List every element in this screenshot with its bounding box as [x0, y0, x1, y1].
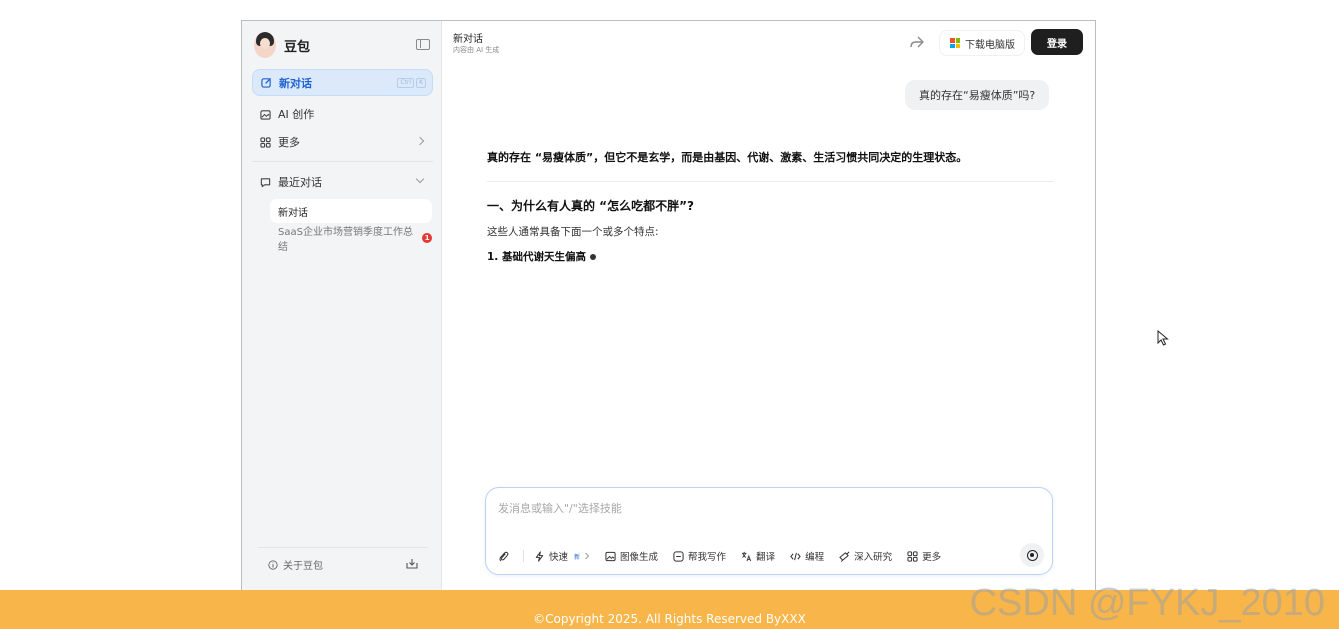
sidebar: 豆包 新对话 Ctrl K AI 创作 更多 最近对话 新对话 SaaS企业市场… [242, 21, 442, 591]
sidebar-item-label: 更多 [278, 136, 300, 149]
answer-divider [487, 181, 1053, 182]
user-message-bubble: 真的存在“易瘦体质”吗? [905, 80, 1050, 110]
page-subtitle: 内容由 AI 生成 [453, 46, 500, 54]
answer-list-item: 1. 基础代谢天生偏高 [487, 249, 1053, 264]
write-icon [673, 550, 684, 562]
conversation-title: SaaS企业市场营销季度工作总结 [278, 227, 413, 253]
tool-label: 编程 [805, 552, 825, 563]
shortcut-key: K [416, 78, 426, 88]
tool-label: 图像生成 [620, 552, 659, 563]
sidebar-divider [252, 161, 433, 162]
info-icon [268, 559, 278, 570]
tool-deep-research[interactable]: 深入研究 [839, 549, 892, 563]
composer: 快速 新 图像生成 帮我写作 翻译 编程 [485, 487, 1053, 575]
shortcut-key: Ctrl [397, 78, 415, 88]
sidebar-item-more[interactable]: 更多 [252, 129, 433, 155]
code-icon [790, 552, 801, 560]
windows-logo-icon [950, 38, 960, 48]
chevron-down-icon[interactable] [415, 174, 425, 184]
tool-label: 帮我写作 [688, 552, 727, 563]
download-desktop-label: 下载电脑版 [965, 39, 1015, 51]
tool-more[interactable]: 更多 [907, 549, 941, 563]
tool-coding[interactable]: 编程 [790, 549, 824, 563]
edit-icon [261, 77, 272, 88]
sidebar-item-ai-create[interactable]: AI 创作 [252, 101, 433, 127]
page-footer: CSDN @FYKJ_2010 ©Copyright 2025. All Rig… [0, 582, 1339, 629]
main-panel: 新对话 内容由 AI 生成 下载电脑版 登录 真的存在“易瘦体质”吗? 真的存在… [443, 21, 1096, 591]
answer-heading: 一、为什么有人真的 “怎么吃都不胖”? [487, 199, 694, 213]
brand-name: 豆包 [284, 39, 311, 55]
tool-label: 更多 [922, 552, 942, 563]
toolbar-separator [523, 550, 524, 562]
bolt-icon [535, 550, 544, 562]
share-icon[interactable] [909, 35, 925, 49]
new-chat-button[interactable]: 新对话 Ctrl K [252, 69, 433, 96]
voice-input-button[interactable] [1020, 543, 1044, 567]
notification-badge: 1 [422, 233, 432, 243]
paperclip-icon [499, 551, 509, 561]
tool-translate[interactable]: 翻译 [741, 549, 775, 563]
tool-label: 快速 [549, 552, 569, 563]
image-icon [605, 551, 616, 561]
sidebar-divider [258, 547, 428, 548]
page-title: 新对话 [453, 34, 483, 45]
message-input[interactable] [498, 498, 1018, 518]
recent-conversations-header[interactable]: 最近对话 [252, 169, 433, 195]
new-chat-label: 新对话 [279, 76, 312, 90]
tool-writing[interactable]: 帮我写作 [673, 549, 726, 563]
translate-icon [741, 551, 752, 561]
app-window: 豆包 新对话 Ctrl K AI 创作 更多 最近对话 新对话 SaaS企业市场… [241, 20, 1096, 591]
grid-icon [907, 550, 918, 562]
tool-label: 深入研究 [854, 552, 893, 563]
record-icon [1026, 549, 1038, 561]
tool-image-gen[interactable]: 图像生成 [605, 549, 658, 563]
typing-indicator [589, 254, 596, 260]
sidebar-toggle-icon[interactable] [416, 39, 430, 50]
download-desktop-button[interactable]: 下载电脑版 [939, 30, 1025, 56]
brand[interactable]: 豆包 [254, 31, 310, 59]
about-label: 关于豆包 [283, 561, 323, 572]
download-icon[interactable] [406, 558, 418, 569]
login-button[interactable]: 登录 [1031, 29, 1083, 55]
answer-lead: 真的存在 “易瘦体质”，但它不是玄学，而是由基因、代谢、激素、生活习惯共同决定的… [487, 151, 968, 164]
chat-bubble-icon [260, 177, 271, 187]
brand-avatar [254, 32, 276, 58]
shortcut-hint: Ctrl K [397, 78, 426, 88]
answer-paragraph: 这些人通常具备下面一个或多个特点: [487, 226, 659, 238]
tool-fast[interactable]: 快速 新 [534, 549, 590, 563]
conversation-item[interactable]: SaaS企业市场营销季度工作总结 1 [270, 226, 432, 253]
new-tag: 新 [574, 553, 581, 561]
conversation-title: 新对话 [278, 207, 308, 219]
image-edit-icon [260, 109, 271, 120]
research-icon [839, 551, 850, 562]
chevron-right-icon [585, 552, 590, 560]
conversation-item[interactable]: 新对话 [270, 199, 432, 223]
tool-label: 翻译 [756, 552, 776, 563]
copyright-text: ©Copyright 2025. All Rights Reserved ByX… [533, 612, 806, 626]
mouse-pointer-icon [1157, 330, 1169, 346]
attach-button[interactable] [498, 551, 513, 562]
composer-toolbar: 快速 新 图像生成 帮我写作 翻译 编程 深入研究 更多 [498, 546, 956, 566]
chevron-right-icon [415, 136, 425, 146]
apps-icon [260, 136, 271, 148]
about-link[interactable]: 关于豆包 [268, 557, 323, 572]
recent-label: 最近对话 [278, 176, 322, 189]
answer-list-text: 1. 基础代谢天生偏高 [487, 251, 586, 263]
assistant-answer: 真的存在 “易瘦体质”，但它不是玄学，而是由基因、代谢、激素、生活习惯共同决定的… [487, 149, 1053, 264]
sidebar-item-label: AI 创作 [278, 108, 315, 121]
